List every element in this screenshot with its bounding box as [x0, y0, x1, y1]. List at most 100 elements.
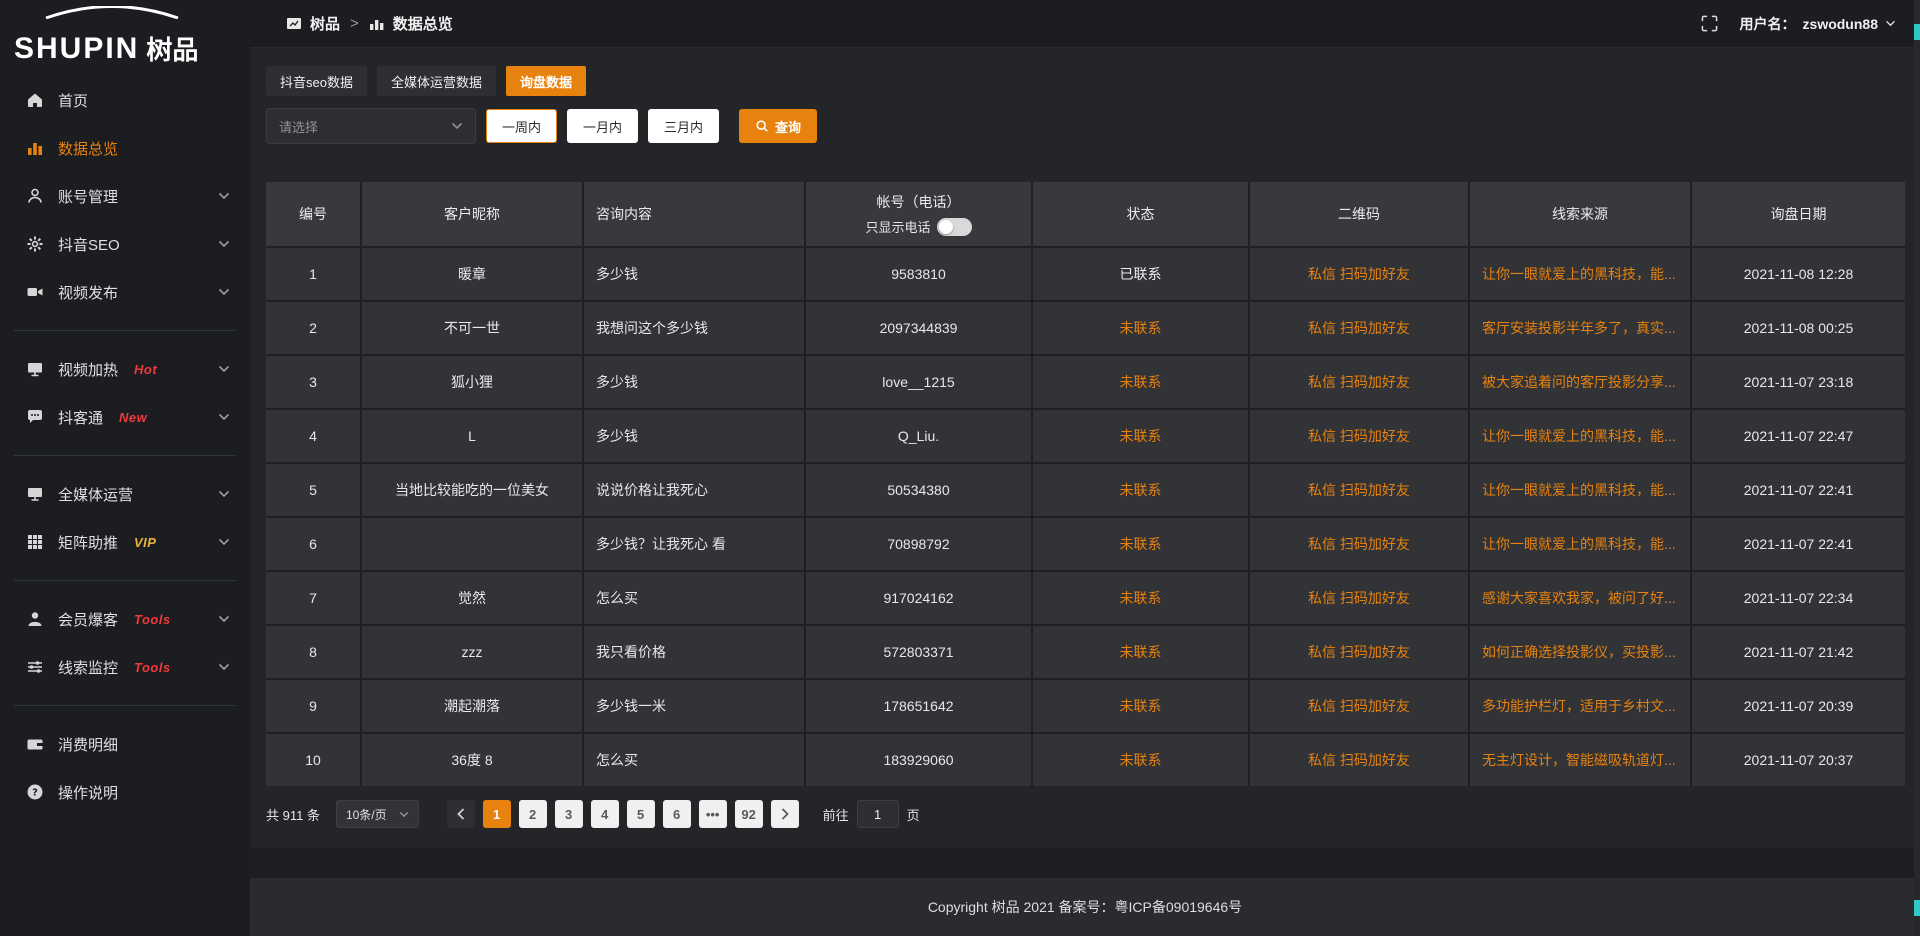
- search-icon: [755, 119, 769, 133]
- qr-add-friend-link[interactable]: 私信 扫码加好友: [1250, 302, 1468, 354]
- lead-source-link[interactable]: 让你一眼就爱上的黑科技，能...: [1470, 464, 1690, 516]
- status-badge: 未联系: [1033, 626, 1248, 678]
- chevron-down-icon: [218, 288, 230, 296]
- user-menu[interactable]: 用户名：zswodun88: [1740, 14, 1896, 34]
- breadcrumb-separator: >: [350, 15, 359, 32]
- period-week-button[interactable]: 一周内: [486, 109, 557, 143]
- monitor-icon: [26, 485, 44, 503]
- sidebar-item-member-baoke[interactable]: 会员爆客 Tools: [0, 595, 250, 643]
- qr-add-friend-link[interactable]: 私信 扫码加好友: [1250, 626, 1468, 678]
- page-ellipsis-button[interactable]: •••: [699, 800, 727, 828]
- qr-add-friend-link[interactable]: 私信 扫码加好友: [1250, 734, 1468, 786]
- cell-number: 8: [266, 626, 360, 678]
- prev-page-button[interactable]: [447, 800, 475, 828]
- cell-account: 178651642: [806, 680, 1031, 732]
- page-button-5[interactable]: 5: [627, 800, 655, 828]
- sidebar-item-leads-monitor[interactable]: 线索监控 Tools: [0, 643, 250, 691]
- lead-source-link[interactable]: 让你一眼就爱上的黑科技，能...: [1470, 410, 1690, 462]
- lead-source-link[interactable]: 无主灯设计，智能磁吸轨道灯...: [1470, 734, 1690, 786]
- page-unit-label: 页: [907, 805, 920, 824]
- sidebar-item-matrix-boost[interactable]: 矩阵助推 VIP: [0, 518, 250, 566]
- sidebar-item-label: 消费明细: [58, 734, 118, 755]
- goto-page-input[interactable]: 1: [857, 800, 899, 828]
- sidebar-item-video-heat[interactable]: 视频加热 Hot: [0, 345, 250, 393]
- cell-account: 572803371: [806, 626, 1031, 678]
- page-button-92[interactable]: 92: [735, 800, 763, 828]
- lead-source-link[interactable]: 客厅安装投影半年多了，真实...: [1470, 302, 1690, 354]
- tab-douyin-seo-data[interactable]: 抖音seo数据: [266, 66, 367, 96]
- sidebar-item-data-overview[interactable]: 数据总览: [0, 124, 250, 172]
- cell-date: 2021-11-07 23:18: [1692, 356, 1905, 408]
- sidebar-item-label: 视频加热: [58, 359, 118, 380]
- qr-add-friend-link[interactable]: 私信 扫码加好友: [1250, 518, 1468, 570]
- cell-account: 917024162: [806, 572, 1031, 624]
- phone-only-toggle-row: 只显示电话: [865, 217, 971, 236]
- qr-add-friend-link[interactable]: 私信 扫码加好友: [1250, 248, 1468, 300]
- qr-add-friend-link[interactable]: 私信 扫码加好友: [1250, 572, 1468, 624]
- period-month-button[interactable]: 一月内: [567, 109, 638, 143]
- sidebar-item-label: 会员爆客: [58, 609, 118, 630]
- lead-source-link[interactable]: 让你一眼就爱上的黑科技，能...: [1470, 518, 1690, 570]
- lead-source-link[interactable]: 感谢大家喜欢我家，被问了好...: [1470, 572, 1690, 624]
- qr-add-friend-link[interactable]: 私信 扫码加好友: [1250, 464, 1468, 516]
- sidebar-item-video-publish[interactable]: 视频发布: [0, 268, 250, 316]
- column-header-date: 询盘日期: [1692, 182, 1905, 246]
- cell-date: 2021-11-07 20:39: [1692, 680, 1905, 732]
- cell-date: 2021-11-07 20:37: [1692, 734, 1905, 786]
- tab-media-operation-data[interactable]: 全媒体运营数据: [377, 66, 496, 96]
- cell-nickname: 狐小狸: [362, 356, 582, 408]
- next-page-button[interactable]: [771, 800, 799, 828]
- qr-add-friend-link[interactable]: 私信 扫码加好友: [1250, 356, 1468, 408]
- fullscreen-icon[interactable]: [1701, 15, 1718, 32]
- cell-date: 2021-11-07 22:41: [1692, 464, 1905, 516]
- breadcrumb-root[interactable]: 树品: [310, 13, 340, 34]
- menu-divider: [14, 580, 236, 581]
- filter-bar: 请选择 一周内 一月内 三月内 查询: [266, 108, 1905, 144]
- cell-nickname: 36度 8: [362, 734, 582, 786]
- page-button-6[interactable]: 6: [663, 800, 691, 828]
- video-camera-icon: [26, 283, 44, 301]
- qr-add-friend-link[interactable]: 私信 扫码加好友: [1250, 680, 1468, 732]
- tab-inquiry-data[interactable]: 询盘数据: [506, 66, 586, 96]
- sidebar-item-expense-detail[interactable]: 消费明细: [0, 720, 250, 768]
- page-button-3[interactable]: 3: [555, 800, 583, 828]
- lead-source-link[interactable]: 被大家追着问的客厅投影分享...: [1470, 356, 1690, 408]
- cell-content: 多少钱: [584, 248, 804, 300]
- cell-nickname: 不可一世: [362, 302, 582, 354]
- status-badge: 已联系: [1033, 248, 1248, 300]
- sidebar-item-media-operation[interactable]: 全媒体运营: [0, 470, 250, 518]
- cell-number: 6: [266, 518, 360, 570]
- page-button-1[interactable]: 1: [483, 800, 511, 828]
- cell-nickname: 暖章: [362, 248, 582, 300]
- lead-source-link[interactable]: 多功能护栏灯，适用于乡村文...: [1470, 680, 1690, 732]
- period-quarter-button[interactable]: 三月内: [648, 109, 719, 143]
- scrollbar[interactable]: [1914, 0, 1920, 936]
- filter-select[interactable]: 请选择: [266, 108, 476, 144]
- footer: Copyright 树品 2021 备案号：粤ICP备09019646号: [250, 878, 1920, 936]
- cell-account: 183929060: [806, 734, 1031, 786]
- status-badge: 未联系: [1033, 302, 1248, 354]
- page-button-2[interactable]: 2: [519, 800, 547, 828]
- sidebar-item-account-management[interactable]: 账号管理: [0, 172, 250, 220]
- page-size-value: 10条/页: [346, 806, 387, 823]
- qr-add-friend-link[interactable]: 私信 扫码加好友: [1250, 410, 1468, 462]
- sidebar-item-douketong[interactable]: 抖客通 New: [0, 393, 250, 441]
- sidebar-item-douyin-seo[interactable]: 抖音SEO: [0, 220, 250, 268]
- grid-icon: [26, 533, 44, 551]
- status-badge: 未联系: [1033, 734, 1248, 786]
- status-badge: 未联系: [1033, 464, 1248, 516]
- search-button[interactable]: 查询: [739, 109, 817, 143]
- column-header-nickname: 客户昵称: [362, 182, 582, 246]
- sidebar-item-help[interactable]: ? 操作说明: [0, 768, 250, 816]
- lead-source-link[interactable]: 让你一眼就爱上的黑科技，能...: [1470, 248, 1690, 300]
- phone-only-toggle[interactable]: [937, 218, 972, 236]
- cell-account: 2097344839: [806, 302, 1031, 354]
- status-badge: 未联系: [1033, 518, 1248, 570]
- page-button-4[interactable]: 4: [591, 800, 619, 828]
- chevron-down-icon: [218, 365, 230, 373]
- page-size-select[interactable]: 10条/页: [336, 800, 419, 828]
- scrollbar-mark-top: [1914, 24, 1920, 40]
- chart-icon: [369, 17, 385, 31]
- sidebar-item-home[interactable]: 首页: [0, 76, 250, 124]
- lead-source-link[interactable]: 如何正确选择投影仪，买投影...: [1470, 626, 1690, 678]
